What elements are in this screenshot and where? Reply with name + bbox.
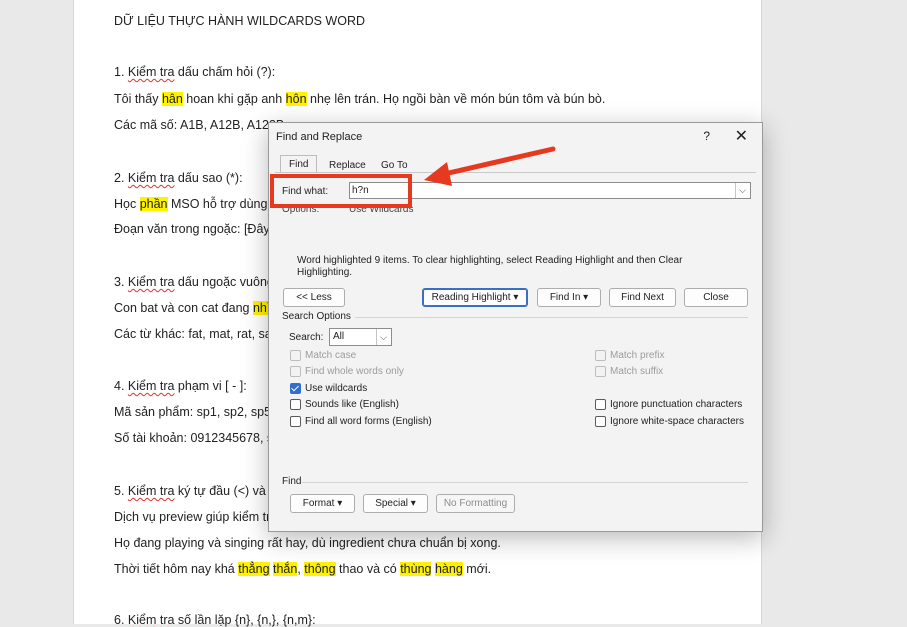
annotation-arrow-icon	[424, 146, 556, 186]
